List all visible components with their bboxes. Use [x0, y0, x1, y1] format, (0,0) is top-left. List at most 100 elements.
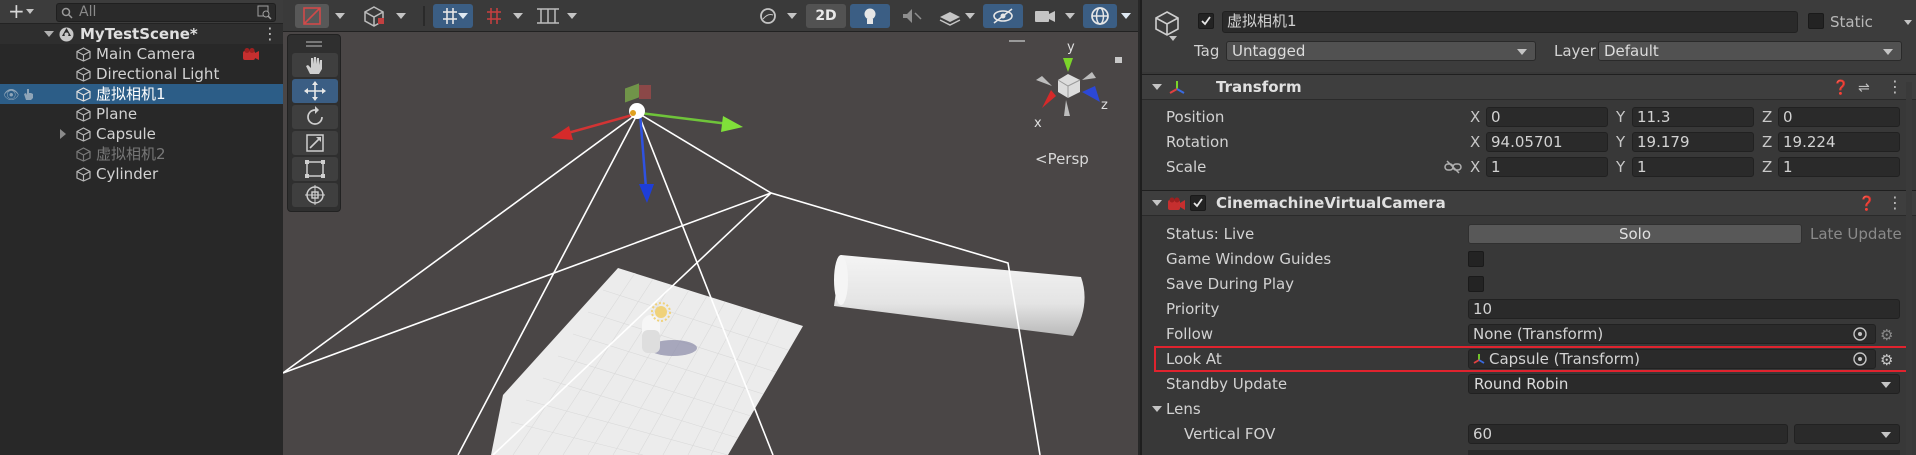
align-button[interactable] — [531, 4, 565, 28]
2d-toggle-button[interactable]: 2D — [806, 4, 846, 28]
chevron-down-icon[interactable] — [1121, 13, 1131, 19]
fov-preset-dropdown[interactable] — [1794, 424, 1900, 444]
help-icon[interactable]: ❓ — [1858, 196, 1875, 212]
overlay-menu-icon[interactable] — [1009, 40, 1025, 42]
hierarchy-item-main-camera[interactable]: Main Camera — [0, 44, 283, 64]
preset-sliders-icon[interactable]: ⇌ — [1858, 80, 1870, 96]
rotation-x-field[interactable]: 94.05701 — [1486, 132, 1608, 152]
rotation-y-field[interactable]: 19.179 — [1632, 132, 1754, 152]
more-options-icon[interactable]: ⋮ — [1887, 195, 1903, 211]
layer-dropdown[interactable]: Default — [1598, 41, 1902, 61]
search-icon — [61, 7, 73, 19]
priority-field[interactable]: 10 — [1468, 299, 1900, 319]
settings-gear-icon[interactable]: ⚙ — [1880, 326, 1893, 344]
follow-object-field[interactable]: None (Transform) — [1468, 324, 1876, 344]
solo-button[interactable]: Solo — [1468, 224, 1802, 244]
scene-row[interactable]: MyTestScene* ⋮ — [0, 24, 283, 44]
object-name-input[interactable]: 虚拟相机1 — [1222, 11, 1798, 33]
position-z-field[interactable]: 0 — [1778, 107, 1900, 127]
chevron-down-icon[interactable] — [513, 13, 523, 19]
standby-update-label: Standby Update — [1166, 375, 1288, 393]
foldout-arrow-icon[interactable] — [1152, 200, 1162, 206]
save-during-play-checkbox[interactable] — [1468, 276, 1484, 292]
tag-dropdown[interactable]: Untagged — [1226, 41, 1536, 61]
hierarchy-item-vcam1[interactable]: 👁 虚拟相机1 — [0, 84, 283, 104]
rect-tool-button[interactable] — [292, 157, 338, 181]
chevron-down-icon[interactable] — [1904, 20, 1912, 25]
more-options-icon[interactable]: ⋮ — [262, 24, 278, 44]
visibility-eye-icon[interactable]: 👁 — [3, 86, 20, 106]
settings-gear-icon[interactable]: ⚙ — [1880, 351, 1893, 369]
chevron-down-icon[interactable] — [965, 13, 975, 19]
render-mode-button[interactable] — [357, 4, 391, 28]
vertical-fov-field[interactable]: 60 — [1468, 424, 1788, 444]
pickable-hand-icon[interactable] — [22, 87, 36, 101]
object-picker-icon[interactable] — [1852, 351, 1868, 367]
add-button[interactable]: + — [8, 0, 25, 23]
cinemachine-vcam-header[interactable]: CinemachineVirtualCamera ❓ ⋮ — [1142, 190, 1916, 216]
collapse-arrow-icon[interactable] — [60, 129, 66, 139]
standby-update-dropdown[interactable]: Round Robin — [1468, 374, 1900, 394]
scene-audio-button[interactable] — [894, 4, 928, 28]
scale-x-field[interactable]: 1 — [1486, 157, 1608, 177]
hierarchy-search-input[interactable]: All — [56, 3, 276, 22]
hierarchy-item-plane[interactable]: Plane — [0, 104, 283, 124]
rotate-tool-button[interactable] — [292, 105, 338, 129]
scene-visibility-button[interactable] — [983, 4, 1023, 28]
position-y-field[interactable]: 11.3 — [1632, 107, 1754, 127]
transform-tool-button[interactable] — [292, 183, 338, 207]
search-filter-icon[interactable] — [257, 5, 272, 20]
move-tool-button[interactable] — [292, 79, 338, 103]
scale-z-field[interactable]: 1 — [1778, 157, 1900, 177]
chevron-down-icon[interactable] — [396, 13, 406, 19]
constrain-proportions-icon[interactable] — [1444, 160, 1462, 174]
scene-lighting-button[interactable] — [850, 4, 890, 28]
chevron-down-icon[interactable] — [787, 13, 797, 19]
hierarchy-item-cylinder[interactable]: Cylinder — [0, 164, 283, 184]
scale-tool-button[interactable] — [292, 131, 338, 155]
inspector-scrollbar[interactable] — [1906, 82, 1912, 455]
scale-y-field[interactable]: 1 — [1632, 157, 1754, 177]
cinemachine-brain-icon — [243, 48, 259, 61]
expand-arrow-icon[interactable] — [44, 31, 54, 37]
active-checkbox[interactable] — [1198, 13, 1214, 29]
game-window-guides-checkbox[interactable] — [1468, 251, 1484, 267]
chevron-down-icon[interactable] — [1065, 13, 1075, 19]
scene-effects-button[interactable] — [933, 4, 967, 28]
help-icon[interactable]: ❓ — [1832, 80, 1849, 96]
gizmo-sphere-button[interactable] — [753, 4, 787, 28]
hierarchy-item-directional-light[interactable]: Directional Light — [0, 64, 283, 84]
draw-mode-button[interactable] — [295, 4, 329, 28]
chevron-down-icon[interactable] — [335, 13, 345, 19]
transform-header[interactable]: Transform ❓ ⇌ ⋮ — [1142, 74, 1916, 100]
gameobject-cube-icon — [76, 107, 91, 122]
position-x-field[interactable]: 0 — [1486, 107, 1608, 127]
more-options-icon[interactable]: ⋮ — [1887, 79, 1903, 95]
hierarchy-item-label: Directional Light — [96, 65, 220, 83]
rotation-z-field[interactable]: 19.224 — [1778, 132, 1900, 152]
hand-tool-button[interactable] — [292, 53, 338, 77]
chevron-down-icon[interactable] — [458, 13, 468, 19]
perspective-label[interactable]: <Persp — [1035, 150, 1089, 168]
component-enabled-checkbox[interactable] — [1190, 195, 1206, 211]
hierarchy-item-vcam2[interactable]: 虚拟相机2 — [0, 144, 283, 164]
static-checkbox[interactable] — [1808, 13, 1824, 29]
scene-camera-button[interactable] — [1028, 4, 1062, 28]
transform-combo-icon — [305, 185, 325, 205]
scene-viewport[interactable] — [283, 0, 1138, 455]
chevron-down-icon[interactable] — [1169, 36, 1177, 41]
foldout-arrow-icon[interactable] — [1152, 406, 1162, 412]
foldout-arrow-icon[interactable] — [1152, 84, 1162, 90]
chevron-down-icon[interactable] — [567, 13, 577, 19]
hierarchy-item-capsule[interactable]: Capsule — [0, 124, 283, 144]
look-at-object-field[interactable]: Capsule (Transform) — [1468, 349, 1876, 369]
align-icon — [537, 8, 559, 24]
add-dropdown-icon[interactable] — [26, 9, 34, 14]
tools-overlay — [287, 34, 341, 212]
gizmos-button[interactable] — [1083, 4, 1117, 28]
orientation-gizmo[interactable]: y x z — [1018, 40, 1128, 140]
object-picker-icon[interactable] — [1852, 326, 1868, 342]
increment-snap-button[interactable] — [479, 4, 513, 28]
scene-view[interactable]: 2D y x z <Persp — [283, 0, 1138, 455]
gameobject-cube-icon[interactable] — [1154, 10, 1180, 38]
